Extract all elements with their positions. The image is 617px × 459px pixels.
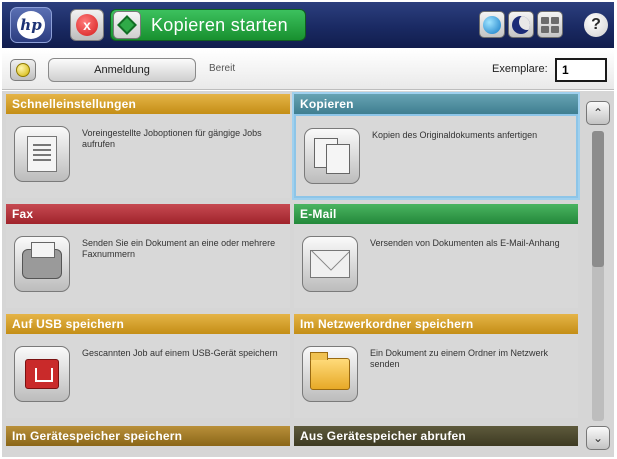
tile-title: Im Netzwerkordner speichern (294, 314, 578, 334)
status-bar: Anmeldung Bereit Exemplare: 1 (2, 50, 614, 90)
start-icon (113, 11, 141, 39)
stop-button[interactable]: x (70, 9, 104, 41)
stop-icon: x (76, 14, 98, 36)
start-copy-button[interactable]: Kopieren starten (110, 9, 306, 41)
tile-quick-settings[interactable]: Schnelleinstellungen Voreingestellte Job… (6, 94, 290, 198)
tile-title: Schnelleinstellungen (6, 94, 290, 114)
tile-title: Fax (6, 204, 290, 224)
tile-save-usb[interactable]: Auf USB speichern Gescannten Job auf ein… (6, 314, 290, 418)
globe-icon (483, 15, 501, 34)
tile-title: Im Gerätespeicher speichern (6, 426, 290, 446)
network-icon (541, 16, 559, 33)
fax-icon (14, 236, 70, 292)
top-bar: hp x Kopieren starten ? (2, 2, 614, 48)
moon-icon (512, 15, 530, 34)
help-button[interactable]: ? (584, 13, 608, 37)
tile-description: Kopien des Originaldokuments anfertigen (372, 130, 538, 140)
copies-label: Exemplare: (492, 63, 548, 75)
status-text: Bereit (209, 63, 236, 74)
tile-copy[interactable]: Kopieren Kopien des Originaldokuments an… (292, 92, 580, 200)
tile-description: Senden Sie ein Dokument an eine oder meh… (82, 238, 276, 259)
email-icon (302, 236, 358, 292)
tile-fax[interactable]: Fax Senden Sie ein Dokument an eine oder… (6, 204, 290, 308)
copy-icon (304, 128, 360, 184)
scroll-down-button[interactable]: ⌄ (586, 426, 610, 450)
tile-description: Ein Dokument zu einem Ordner im Netzwerk… (370, 348, 549, 369)
network-status-button[interactable] (479, 11, 505, 38)
tile-title: Aus Gerätespeicher abrufen (294, 426, 578, 446)
tile-retrieve-device-memory[interactable]: Aus Gerätespeicher abrufen (294, 426, 578, 446)
scroll-up-button[interactable]: ⌃ (586, 101, 610, 125)
tile-description: Versenden von Dokumenten als E-Mail-Anha… (370, 238, 560, 248)
network-button[interactable] (537, 11, 563, 38)
usb-icon (14, 346, 70, 402)
sleep-button[interactable] (508, 11, 534, 38)
copies-input[interactable]: 1 (555, 58, 607, 82)
status-led-icon (16, 63, 30, 77)
network-folder-icon (302, 346, 358, 402)
sign-in-button[interactable]: Anmeldung (48, 58, 196, 82)
tile-email[interactable]: E-Mail Versenden von Dokumenten als E-Ma… (294, 204, 578, 308)
quick-settings-icon (14, 126, 70, 182)
hp-home-button[interactable]: hp (10, 7, 52, 43)
start-copy-label: Kopieren starten (151, 14, 288, 35)
tile-title: Kopieren (294, 94, 578, 114)
tile-title: Auf USB speichern (6, 314, 290, 334)
hp-logo-icon: hp (17, 11, 45, 39)
status-led-button[interactable] (10, 59, 36, 81)
tile-description: Gescannten Job auf einem USB-Gerät speic… (82, 348, 278, 358)
tile-save-device-memory[interactable]: Im Gerätespeicher speichern (6, 426, 290, 446)
scrollbar-thumb[interactable] (592, 131, 604, 267)
main-panel: Schnelleinstellungen Voreingestellte Job… (2, 91, 614, 457)
tile-description: Voreingestellte Joboptionen für gängige … (82, 128, 262, 149)
tile-title: E-Mail (294, 204, 578, 224)
tile-save-network-folder[interactable]: Im Netzwerkordner speichern Ein Dokument… (294, 314, 578, 418)
